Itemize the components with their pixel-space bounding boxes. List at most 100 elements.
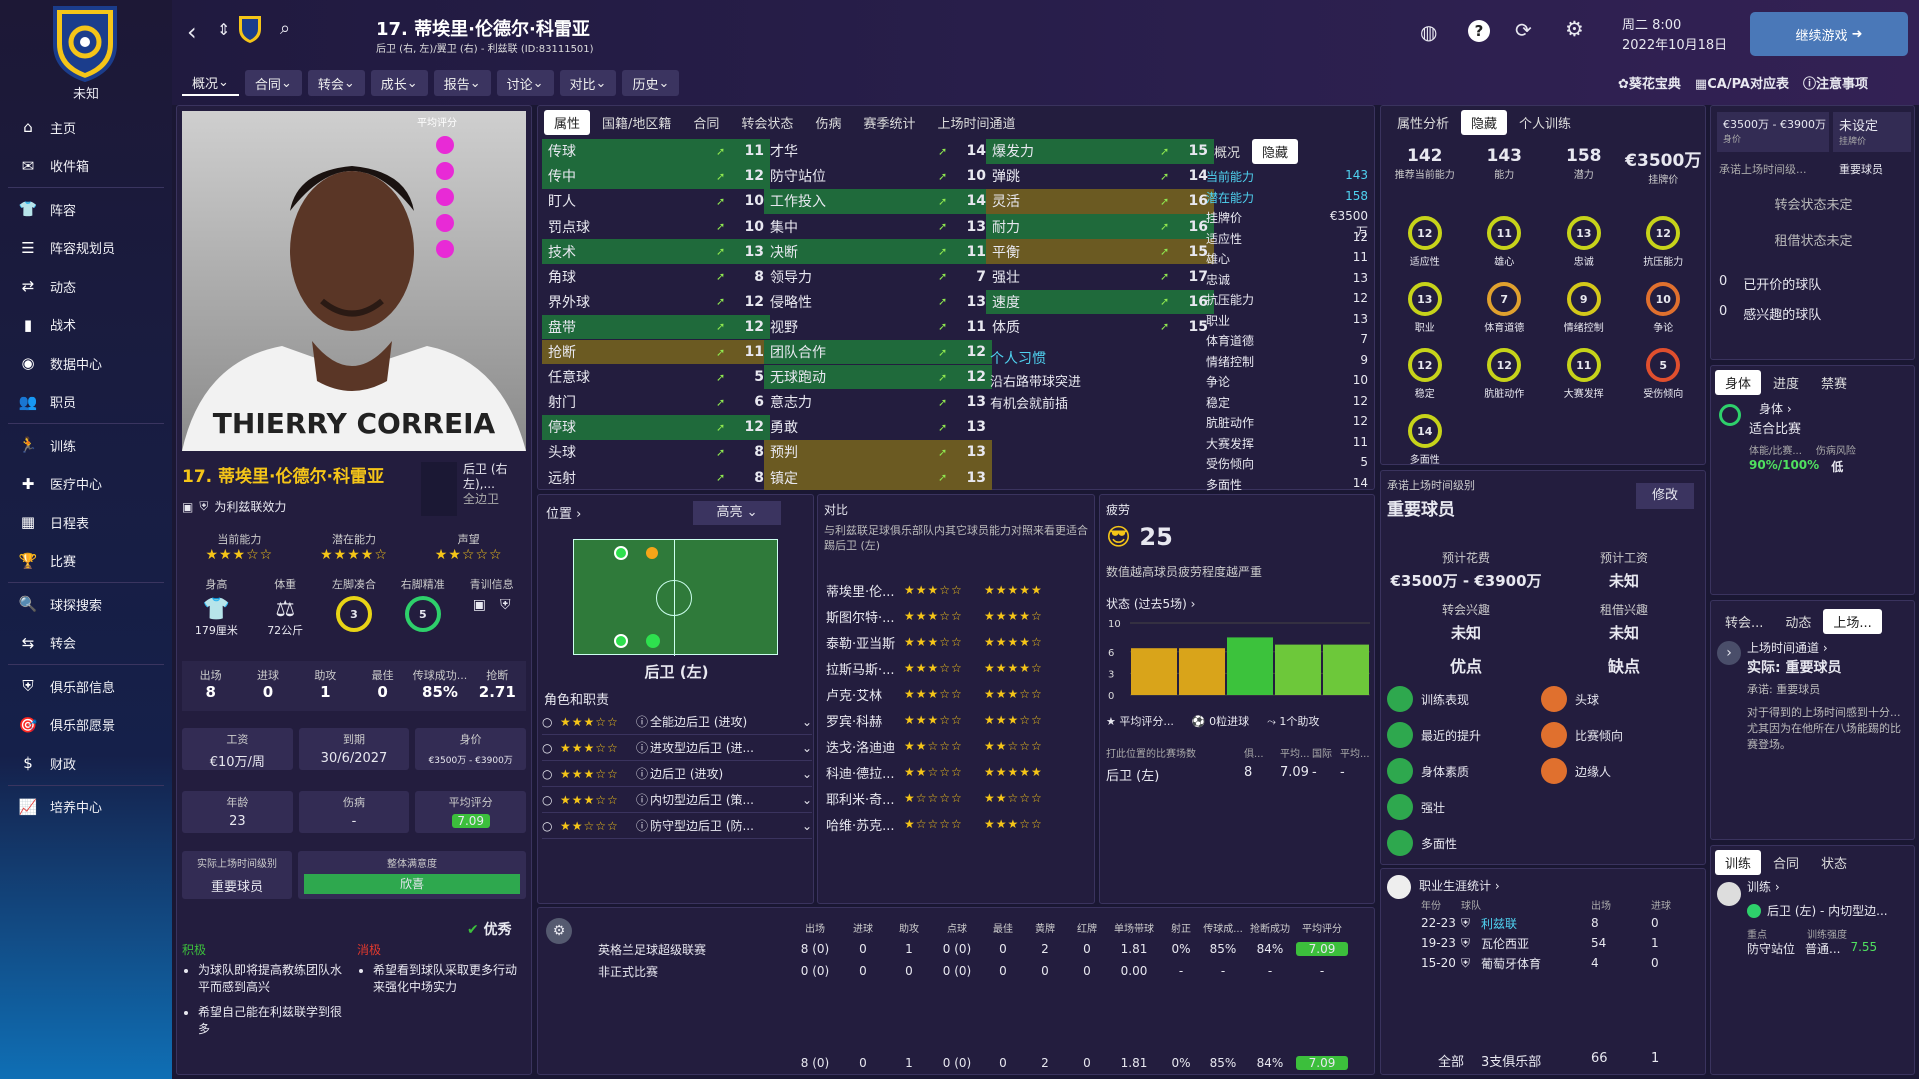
attribute-row[interactable]: 盯人 ➚ 10: [542, 189, 770, 214]
tab-personal-training[interactable]: 个人训练: [1509, 110, 1581, 135]
compare-row[interactable]: 罗宾·科赫 ★★★☆☆ ★★★☆☆: [826, 707, 1088, 733]
attribute-row[interactable]: 射门 ➚ 6: [542, 390, 770, 415]
attribute-row[interactable]: 爆发力 ➚ 15: [986, 139, 1214, 164]
attribute-row[interactable]: 技术 ➚ 13: [542, 239, 770, 264]
header-tab[interactable]: 合同 ⌄: [244, 70, 302, 96]
chevron-right-icon[interactable]: ›: [1717, 641, 1741, 665]
gear-icon[interactable]: ⚙: [546, 918, 572, 944]
nav-item[interactable]: ◉ 数据中心: [0, 344, 172, 383]
link-guide[interactable]: ✿葵花宝典: [1618, 73, 1681, 92]
career-row[interactable]: 19-23 ⛨ 瓦伦西亚 54 1: [1421, 933, 1701, 953]
attr-tab[interactable]: 合同: [683, 110, 729, 135]
attribute-row[interactable]: 团队合作 ➚ 12: [764, 339, 992, 365]
attribute-row[interactable]: 弹跳 ➚ 14: [986, 164, 1214, 189]
link-notes[interactable]: ⓘ注意事项: [1803, 73, 1868, 92]
tab-status[interactable]: 状态: [1811, 850, 1857, 875]
attribute-row[interactable]: 视野 ➚ 11: [764, 315, 992, 340]
tt-title[interactable]: 上场时间通道 ›: [1747, 639, 1828, 656]
chevron-down-icon[interactable]: ⌄: [802, 793, 812, 807]
attr-tab[interactable]: 伤病: [805, 110, 851, 135]
radio-icon[interactable]: ○: [542, 741, 560, 755]
search-icon[interactable]: ⌕: [280, 18, 290, 39]
radio-icon[interactable]: ○: [542, 793, 560, 807]
nav-item[interactable]: ▮ 战术: [0, 306, 172, 345]
attribute-row[interactable]: 意志力 ➚ 13: [764, 390, 992, 415]
globe-icon[interactable]: ◍: [1420, 20, 1437, 44]
compare-row[interactable]: 科迪·德拉... ★★☆☆☆ ★★★★★: [826, 759, 1088, 785]
role-row[interactable]: ○ ★★☆☆☆ ⓘ 防守型边后卫 (防... ⌄: [542, 813, 812, 839]
position-title[interactable]: 位置 ›: [546, 503, 581, 522]
header-tab[interactable]: 对比 ⌄: [559, 70, 617, 96]
nav-item[interactable]: ⇆ 转会: [0, 624, 172, 663]
chevron-down-icon[interactable]: ⌄: [802, 741, 812, 755]
nav-item[interactable]: ⛨ 俱乐部信息: [0, 667, 172, 706]
attribute-row[interactable]: 远射 ➚ 8: [542, 465, 770, 490]
compare-row[interactable]: 卢克·艾林 ★★★☆☆ ★★★☆☆: [826, 681, 1088, 707]
tab-hidden[interactable]: 隐藏: [1252, 139, 1299, 164]
header-tab[interactable]: 报告 ⌄: [433, 70, 491, 96]
nav-item[interactable]: 👥 职员: [0, 383, 172, 422]
form-bar[interactable]: [1179, 648, 1225, 695]
body-title[interactable]: 身体 ›: [1759, 400, 1792, 417]
edit-button[interactable]: 修改: [1636, 483, 1694, 509]
settings-icon[interactable]: ⚙: [1565, 17, 1584, 41]
stats-row[interactable]: 非正式比赛 0 (0) 0 0 0 (0) 0 0 0 0.00- - - -: [578, 960, 1368, 982]
header-tab[interactable]: 概况 ⌄: [182, 70, 239, 96]
radio-icon[interactable]: ○: [542, 715, 560, 729]
role-row[interactable]: ○ ★★★☆☆ ⓘ 进攻型边后卫 (进... ⌄: [542, 735, 812, 761]
nav-item[interactable]: ⌂ 主页: [0, 108, 172, 147]
form-title[interactable]: 状态 (过去5场) ›: [1106, 595, 1195, 612]
chevron-down-icon[interactable]: ⌄: [802, 767, 812, 781]
attribute-row[interactable]: 盘带 ➚ 12: [542, 314, 770, 340]
attribute-row[interactable]: 头球 ➚ 8: [542, 440, 770, 465]
form-bar[interactable]: [1131, 648, 1177, 695]
tab-attr-analysis[interactable]: 属性分析: [1387, 110, 1459, 135]
tab-contract[interactable]: 合同: [1763, 850, 1809, 875]
expand-icon[interactable]: ⇕: [217, 20, 230, 39]
header-tab[interactable]: 讨论 ⌄: [496, 70, 554, 96]
attr-tab[interactable]: 国籍/地区籍: [592, 110, 681, 135]
tab-playtime[interactable]: 上场...: [1823, 609, 1882, 634]
nav-item[interactable]: $ 财政: [0, 744, 172, 783]
nav-item[interactable]: ⇄ 动态: [0, 267, 172, 306]
attribute-row[interactable]: 决断 ➚ 11: [764, 239, 992, 264]
role-row[interactable]: ○ ★★★☆☆ ⓘ 边后卫 (进攻) ⌄: [542, 761, 812, 787]
nav-item[interactable]: ☰ 阵容规划员: [0, 229, 172, 268]
tab-training[interactable]: 训练: [1715, 850, 1762, 875]
chevron-down-icon[interactable]: ⌄: [802, 819, 812, 833]
attribute-row[interactable]: 传球 ➚ 11: [542, 139, 770, 164]
compare-row[interactable]: 拉斯马斯·... ★★★☆☆ ★★★★☆: [826, 655, 1088, 681]
career-row[interactable]: 15-20 ⛨ 葡萄牙体育 4 0: [1421, 953, 1701, 973]
header-tab[interactable]: 历史 ⌄: [622, 70, 680, 96]
attribute-row[interactable]: 预判 ➚ 13: [764, 440, 992, 465]
radio-icon[interactable]: ○: [542, 819, 560, 833]
compare-row[interactable]: 蒂埃里·伦... ★★★☆☆ ★★★★★: [826, 577, 1088, 603]
continue-button[interactable]: 继续游戏 ➜: [1750, 12, 1908, 56]
compare-row[interactable]: 哈维·苏克... ★☆☆☆☆ ★★★☆☆: [826, 811, 1088, 837]
back-icon[interactable]: ‹: [187, 18, 197, 46]
attribute-row[interactable]: 罚点球 ➚ 10: [542, 214, 770, 239]
attribute-row[interactable]: 传中 ➚ 12: [542, 164, 770, 189]
nav-item[interactable]: 🏆 比赛: [0, 542, 172, 581]
nav-item[interactable]: ▦ 日程表: [0, 503, 172, 542]
attr-tab[interactable]: 上场时间通道: [927, 110, 1025, 135]
tab-hidden-analysis[interactable]: 隐藏: [1461, 110, 1508, 135]
highlight-select[interactable]: 高亮 ⌄: [693, 501, 781, 525]
attribute-row[interactable]: 防守站位 ➚ 10: [764, 164, 992, 189]
career-title[interactable]: 职业生涯统计 ›: [1419, 877, 1500, 894]
attr-tab[interactable]: 赛季统计: [853, 110, 925, 135]
compare-row[interactable]: 迭戈·洛迪迪 ★★☆☆☆ ★★☆☆☆: [826, 733, 1088, 759]
tab-transfer[interactable]: 转会...: [1715, 609, 1773, 634]
attribute-row[interactable]: 勇敢 ➚ 13: [764, 415, 992, 440]
attribute-row[interactable]: 灵活 ➚ 16: [986, 189, 1214, 214]
compare-row[interactable]: 泰勒·亚当斯 ★★★☆☆ ★★★★☆: [826, 629, 1088, 655]
form-bar[interactable]: [1323, 644, 1369, 695]
nav-item[interactable]: 🔍 球探搜索: [0, 585, 172, 624]
attribute-row[interactable]: 界外球 ➚ 12: [542, 290, 770, 315]
nav-item[interactable]: 🏃 训练: [0, 426, 172, 465]
attr-tab[interactable]: 转会状态: [731, 110, 803, 135]
attribute-row[interactable]: 强壮 ➚ 17: [986, 264, 1214, 289]
compare-row[interactable]: 斯图尔特·... ★★★☆☆ ★★★★☆: [826, 603, 1088, 629]
tab-news[interactable]: 动态: [1775, 609, 1821, 634]
nav-item[interactable]: ✚ 医疗中心: [0, 465, 172, 504]
